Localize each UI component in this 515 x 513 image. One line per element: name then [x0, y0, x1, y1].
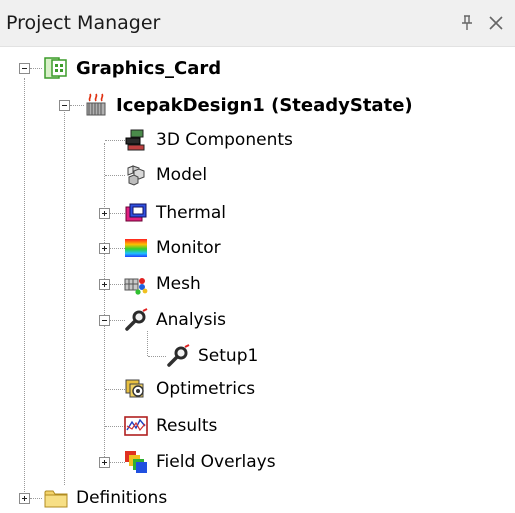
tree-item-definitions[interactable]: Definitions — [44, 483, 167, 513]
pin-icon[interactable] — [458, 14, 476, 32]
tree-item-label: Thermal — [156, 203, 227, 223]
tree-hline — [148, 356, 166, 357]
tree-item-project[interactable]: Graphics_Card — [44, 53, 221, 83]
setup-icon — [167, 344, 190, 367]
project-tree: Graphics_Card IcepakDesign1 (SteadyState… — [0, 46, 515, 511]
tree-item-label: Optimetrics — [156, 379, 256, 399]
tree-item-mesh[interactable]: Mesh — [124, 269, 201, 299]
tree-hline — [110, 320, 125, 321]
tree-item-thermal[interactable]: Thermal — [124, 198, 226, 228]
tree-hline — [105, 426, 125, 427]
results-icon — [124, 416, 148, 436]
thermal-icon — [125, 203, 147, 222]
tree-item-label: Graphics_Card — [76, 57, 222, 79]
tree-item-label: Setup1 — [198, 346, 259, 366]
tree-hline — [105, 140, 125, 141]
icepak-design-icon — [86, 93, 106, 116]
tree-hline — [110, 284, 125, 285]
tree-hline — [110, 213, 125, 214]
expander-analysis[interactable] — [99, 315, 110, 326]
close-icon[interactable] — [486, 13, 506, 33]
project-icon — [44, 57, 67, 79]
tree-item-label: Analysis — [156, 310, 227, 330]
tree-hline — [105, 175, 125, 176]
expander-thermal[interactable] — [99, 208, 110, 219]
tree-item-optimetrics[interactable]: Optimetrics — [124, 374, 255, 404]
model-icon — [127, 165, 145, 186]
tree-line-project — [64, 110, 65, 485]
tree-item-monitor[interactable]: Monitor — [124, 233, 221, 263]
mesh-icon — [124, 278, 148, 295]
analysis-icon — [125, 308, 148, 331]
expander-project[interactable] — [19, 63, 30, 74]
monitor-icon — [125, 239, 147, 257]
tree-item-label: Field Overlays — [156, 452, 276, 472]
tree-hline — [110, 248, 125, 249]
tree-line-design — [104, 143, 105, 463]
tree-item-label: Results — [156, 416, 218, 436]
optimetrics-icon — [125, 379, 144, 398]
tree-item-field-overlays[interactable]: Field Overlays — [124, 447, 276, 477]
tree-item-label: 3D Components — [156, 130, 293, 150]
folder-icon — [44, 490, 68, 508]
tree-line-root — [24, 78, 25, 498]
tree-item-setup1[interactable]: Setup1 — [166, 341, 258, 371]
tree-item-model[interactable]: Model — [124, 160, 207, 190]
panel-titlebar: Project Manager — [0, 0, 515, 47]
field-overlays-icon — [125, 451, 147, 473]
tree-hline — [70, 105, 84, 106]
tree-item-icepak-design[interactable]: IcepakDesign1 (SteadyState) — [84, 90, 413, 120]
tree-item-label: Mesh — [156, 274, 201, 294]
tree-hline — [30, 68, 42, 69]
3d-components-icon — [125, 129, 145, 151]
expander-monitor[interactable] — [99, 243, 110, 254]
tree-item-results[interactable]: Results — [124, 411, 217, 441]
expander-field-overlays[interactable] — [99, 457, 110, 468]
tree-item-analysis[interactable]: Analysis — [124, 305, 226, 335]
tree-item-label: Definitions — [76, 488, 168, 508]
expander-mesh[interactable] — [99, 279, 110, 290]
expander-definitions[interactable] — [19, 493, 30, 504]
tree-hline — [110, 462, 125, 463]
tree-item-label: Monitor — [156, 238, 221, 258]
tree-item-label: Model — [156, 165, 208, 185]
tree-hline — [105, 389, 125, 390]
expander-design[interactable] — [59, 100, 70, 111]
tree-item-label: IcepakDesign1 (SteadyState) — [116, 94, 413, 116]
panel-title: Project Manager — [6, 12, 161, 34]
tree-item-3d-components[interactable]: 3D Components — [124, 125, 293, 155]
tree-hline — [30, 498, 42, 499]
